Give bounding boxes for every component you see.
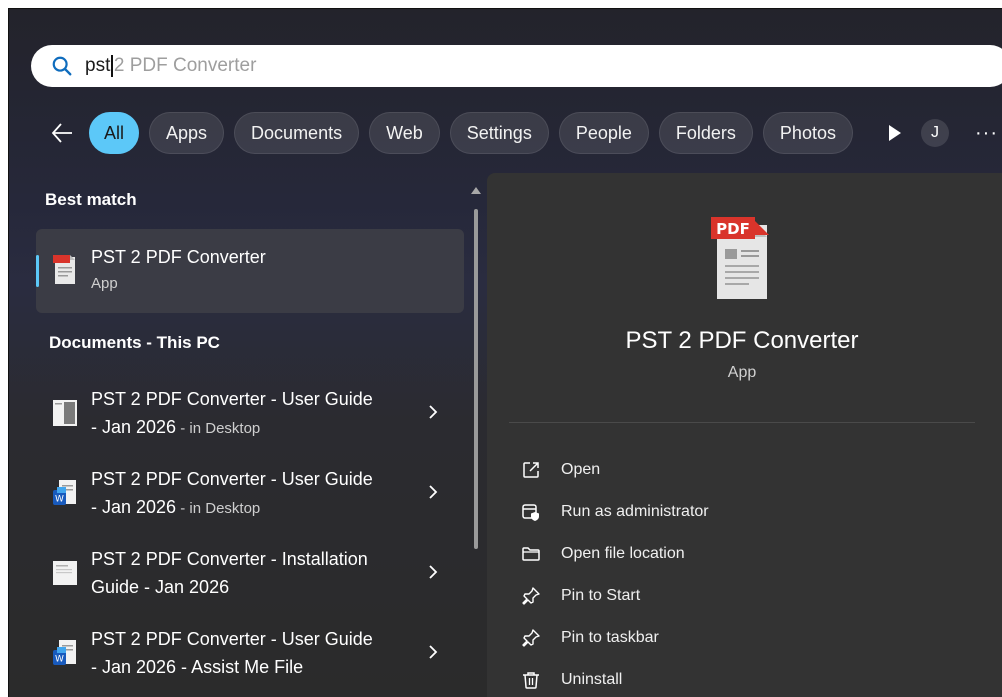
- filter-settings[interactable]: Settings: [449, 112, 549, 154]
- back-button[interactable]: [47, 118, 77, 148]
- document-title-line2: - Jan 2026 - in Desktop: [91, 417, 260, 438]
- details-panel: PDF PST 2 PDF Converter App Open Run as …: [487, 173, 1002, 697]
- search-icon: [52, 56, 72, 76]
- svg-text:W: W: [55, 495, 64, 505]
- filter-label: Settings: [466, 122, 532, 143]
- action-label: Open: [561, 461, 601, 478]
- search-window: pst 2 PDF Converter All Apps Documents W…: [8, 8, 1002, 697]
- text-caret: [111, 55, 113, 77]
- pin-icon: [522, 629, 540, 647]
- trash-icon: [523, 672, 539, 689]
- chevron-right-icon[interactable]: [426, 565, 440, 579]
- chevron-right-icon[interactable]: [426, 645, 440, 659]
- filter-label: Web: [386, 122, 423, 143]
- document-title-line2: - Jan 2026 - Assist Me File: [91, 657, 303, 678]
- pin-icon: [522, 587, 540, 605]
- search-suggestion-text: 2 PDF Converter: [113, 55, 257, 76]
- document-title-line1: PST 2 PDF Converter - User Guide: [91, 389, 373, 409]
- chevron-right-icon[interactable]: [426, 405, 440, 419]
- filter-apps[interactable]: Apps: [149, 112, 225, 154]
- document-result-2[interactable]: W PST 2 PDF Converter - User Guide - Jan…: [36, 465, 464, 537]
- document-location: - in Desktop: [176, 420, 261, 437]
- best-match-title: PST 2 PDF Converter: [91, 247, 266, 267]
- filter-people[interactable]: People: [558, 112, 649, 154]
- filter-label: People: [575, 122, 632, 143]
- scroll-up-arrow[interactable]: [471, 187, 481, 194]
- search-input[interactable]: pst 2 PDF Converter: [85, 55, 256, 77]
- best-match-type: App: [91, 275, 118, 292]
- action-run-as-administrator[interactable]: Run as administrator: [521, 497, 709, 527]
- pst-pdf-app-icon: [53, 255, 75, 284]
- word-document-icon: W: [53, 640, 76, 665]
- action-open-file-location[interactable]: Open file location: [521, 539, 685, 569]
- filter-documents[interactable]: Documents: [234, 112, 360, 154]
- more-filters-play-icon[interactable]: [885, 123, 905, 143]
- best-match-result[interactable]: PST 2 PDF Converter App: [36, 229, 464, 313]
- filter-web[interactable]: Web: [369, 112, 440, 154]
- document-title-text: Guide - Jan 2026: [91, 577, 230, 597]
- action-label: Open file location: [561, 545, 685, 562]
- search-typed-text: pst: [85, 55, 111, 76]
- filter-label: Apps: [166, 122, 208, 143]
- documents-heading: Documents - This PC: [49, 333, 220, 352]
- document-title-line1: PST 2 PDF Converter - User Guide: [91, 469, 373, 489]
- folder-icon: [522, 547, 540, 561]
- pdf-document-icon: [53, 400, 77, 426]
- document-location: - in Desktop: [176, 500, 261, 517]
- scrollbar-thumb[interactable]: [474, 209, 478, 549]
- document-title-line1: PST 2 PDF Converter - Installation: [91, 549, 368, 569]
- action-open[interactable]: Open: [521, 455, 600, 485]
- pdf-icon-label: PDF: [716, 220, 750, 238]
- svg-text:W: W: [55, 655, 64, 665]
- arrow-left-icon: [51, 123, 72, 143]
- action-pin-to-taskbar[interactable]: Pin to taskbar: [521, 623, 659, 653]
- account-avatar[interactable]: J: [921, 119, 949, 147]
- action-label: Pin to Start: [561, 587, 641, 604]
- action-pin-to-start[interactable]: Pin to Start: [521, 581, 640, 611]
- filter-label: Documents: [251, 122, 343, 143]
- chevron-right-icon[interactable]: [426, 485, 440, 499]
- text-document-icon: [53, 561, 77, 585]
- pst-pdf-large-app-icon: PDF: [711, 217, 769, 299]
- document-title-line1: PST 2 PDF Converter - User Guide: [91, 629, 373, 649]
- selection-indicator: [36, 255, 39, 287]
- filter-all[interactable]: All: [89, 112, 140, 154]
- document-title-text: - Jan 2026: [91, 497, 177, 517]
- selected-app-name: PST 2 PDF Converter: [625, 327, 859, 354]
- document-result-1[interactable]: PST 2 PDF Converter - User Guide - Jan 2…: [36, 385, 464, 457]
- filter-label: Folders: [675, 122, 736, 143]
- action-label: Pin to taskbar: [561, 629, 659, 646]
- action-label: Uninstall: [561, 671, 623, 688]
- open-external-icon: [523, 462, 539, 478]
- filter-folders[interactable]: Folders: [658, 112, 753, 154]
- best-match-heading: Best match: [45, 190, 137, 209]
- action-uninstall[interactable]: Uninstall: [521, 665, 622, 695]
- document-title-text: - Jan 2026: [91, 417, 177, 437]
- document-result-4[interactable]: W PST 2 PDF Converter - User Guide - Jan…: [36, 625, 464, 697]
- document-title-line2: - Jan 2026 - in Desktop: [91, 497, 260, 518]
- selected-app-type: App: [727, 364, 757, 381]
- filter-label: All: [104, 122, 125, 143]
- word-document-icon: W: [53, 480, 76, 505]
- action-label: Run as administrator: [561, 503, 709, 520]
- admin-shield-icon: [522, 504, 539, 521]
- filter-label: Photos: [779, 122, 836, 143]
- filter-photos[interactable]: Photos: [762, 112, 853, 154]
- more-options-button[interactable]: ···: [975, 122, 998, 145]
- document-result-3[interactable]: PST 2 PDF Converter - Installation Guide…: [36, 545, 464, 617]
- filter-bar: All Apps Documents Web Settings People F…: [47, 111, 905, 155]
- document-title-text: - Jan 2026 - Assist Me File: [91, 657, 304, 677]
- document-title-line2: Guide - Jan 2026: [91, 577, 229, 598]
- search-box[interactable]: pst 2 PDF Converter: [31, 45, 1002, 87]
- divider: [509, 422, 975, 423]
